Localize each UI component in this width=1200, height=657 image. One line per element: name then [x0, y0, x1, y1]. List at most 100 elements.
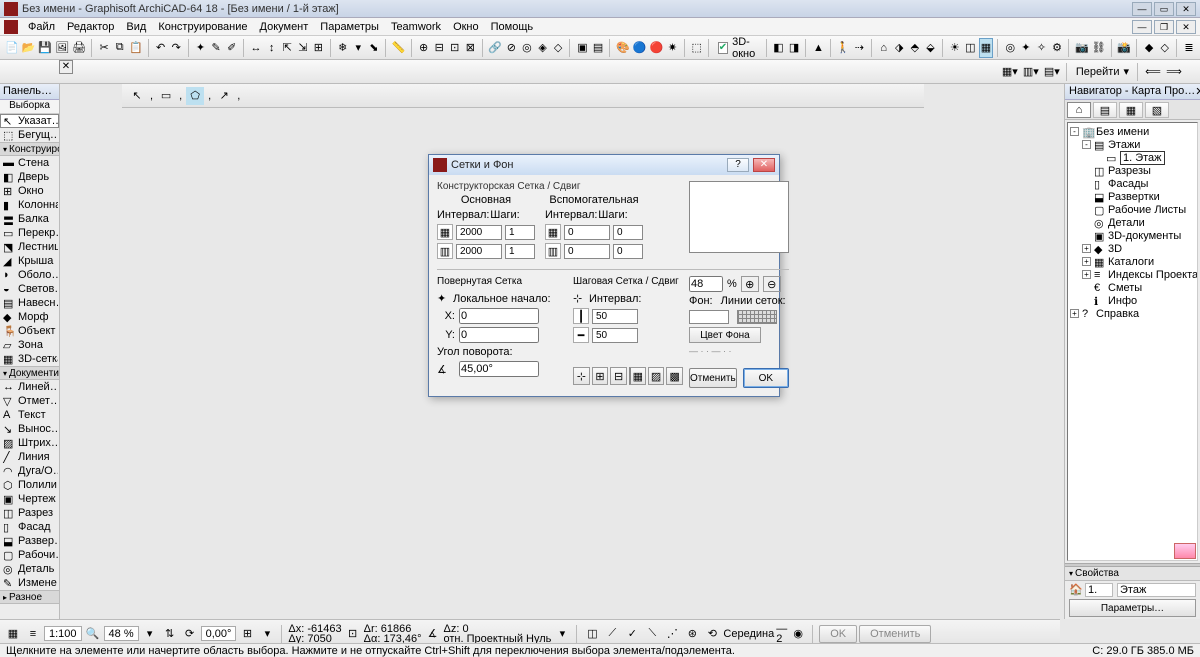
bb-grid-icon[interactable]: ▦	[4, 625, 22, 643]
tool-window[interactable]: ⊞Окно	[0, 184, 59, 198]
tree-3D[interactable]: +◆3D	[1070, 242, 1195, 255]
ren3-icon[interactable]: ✧	[1034, 38, 1049, 58]
zoom-in-icon[interactable]: ⊕	[741, 276, 759, 292]
main-interval-v-input[interactable]	[456, 244, 502, 259]
nav1-icon[interactable]: ⌂	[876, 38, 891, 58]
grp3-icon[interactable]: ⊡	[447, 38, 462, 58]
tool-column[interactable]: ▮Колонна	[0, 198, 59, 212]
bb-snap-icon[interactable]: ⊞	[238, 625, 256, 643]
undo-icon[interactable]: ↶	[153, 38, 168, 58]
cube2-icon[interactable]: ◨	[787, 38, 802, 58]
zoom-pct-input[interactable]	[689, 276, 723, 292]
render4-icon[interactable]: ✷	[665, 38, 680, 58]
nav-tab-layout-icon[interactable]: ▦	[1119, 102, 1143, 118]
guide5-icon[interactable]: ⊞	[311, 38, 326, 58]
goto-label[interactable]: Перейти ▾	[1072, 65, 1133, 78]
bb-flip-icon[interactable]: ⇅	[161, 625, 179, 643]
mdi-restore-button[interactable]: ❐	[1154, 20, 1174, 34]
floor-icon[interactable]: ⬚	[689, 38, 704, 58]
parameters-button[interactable]: Параметры…	[1069, 599, 1196, 617]
toolbox-group-Разное[interactable]: Разное	[0, 590, 59, 604]
sel1-icon[interactable]: ❄	[335, 38, 350, 58]
menu-вид[interactable]: Вид	[120, 19, 152, 35]
maximize-button[interactable]: ▭	[1154, 2, 1174, 16]
tool-zone[interactable]: ▱Зона	[0, 338, 59, 352]
expand-icon[interactable]: +	[1082, 270, 1091, 279]
aux-step-h-input[interactable]	[613, 225, 643, 240]
menu-документ[interactable]: Документ	[254, 19, 315, 35]
dialog-help-button[interactable]: ?	[727, 158, 749, 172]
ib-cursor-icon[interactable]: ↗	[215, 87, 233, 105]
tool-dim[interactable]: ↔Линей…	[0, 380, 59, 394]
ib-poly-icon[interactable]: ⬠	[186, 87, 204, 105]
tree-3D-документы[interactable]: ▣3D-документы	[1070, 229, 1195, 242]
minimize-button[interactable]: —	[1132, 2, 1152, 16]
bim2-icon[interactable]: ◇	[1157, 38, 1172, 58]
sun-icon[interactable]: ☀	[947, 38, 962, 58]
render2-icon[interactable]: 🔵	[632, 38, 648, 58]
nav-tab-pub-icon[interactable]: ▧	[1145, 102, 1169, 118]
grid-on-icon[interactable]: ⊞	[592, 367, 609, 385]
plot-icon[interactable]: 🖼	[54, 38, 70, 58]
bb-s2-icon[interactable]: ⟋	[603, 625, 621, 643]
bb-s7-icon[interactable]: ⟲	[703, 625, 721, 643]
ib-arrow-icon[interactable]: ↖	[128, 87, 146, 105]
link4-icon[interactable]: ◈	[535, 38, 550, 58]
menu-параметры[interactable]: Параметры	[314, 19, 385, 35]
tool-line[interactable]: ╱Линия	[0, 450, 59, 464]
grid-off-icon[interactable]: ⊹	[573, 367, 590, 385]
grid-rot-icon[interactable]: ⊟	[610, 367, 627, 385]
tool-elev[interactable]: ▯Фасад	[0, 520, 59, 534]
tool-door[interactable]: ◧Дверь	[0, 170, 59, 184]
print-icon[interactable]: 🖨	[71, 38, 87, 58]
save-icon[interactable]: 💾	[37, 38, 53, 58]
bb-s1-icon[interactable]: ◫	[583, 625, 601, 643]
toolbox-group-Конструирс[interactable]: Конструирс	[0, 142, 59, 156]
render1-icon[interactable]: 🎨	[615, 38, 631, 58]
gridline-color-swatch[interactable]	[737, 310, 777, 324]
photo-icon[interactable]: 📸	[1116, 38, 1132, 58]
tree-Инфо[interactable]: ℹИнфо	[1070, 294, 1195, 307]
sel2-icon[interactable]: ▾	[351, 38, 366, 58]
link2-icon[interactable]: ⊘	[504, 38, 519, 58]
grp2-icon[interactable]: ⊟	[432, 38, 447, 58]
bb-s4-icon[interactable]: ⟍	[643, 625, 661, 643]
tree-Детали[interactable]: ◎Детали	[1070, 216, 1195, 229]
cut-plane-icon[interactable]: ◫	[963, 38, 978, 58]
dialog-close-button[interactable]: ✕	[753, 158, 775, 172]
link3-icon[interactable]: ◎	[520, 38, 535, 58]
link5-icon[interactable]: ◇	[551, 38, 566, 58]
3d-window-toggle[interactable]: ✔ 3D-окно	[714, 36, 762, 60]
rot-y-input[interactable]	[459, 327, 539, 343]
tool-label[interactable]: ↘Вынос…	[0, 422, 59, 436]
close-button[interactable]: ✕	[1176, 2, 1196, 16]
tool-arrow[interactable]: ↖Указат…	[0, 114, 59, 128]
grp1-icon[interactable]: ⊕	[416, 38, 431, 58]
tool-stair[interactable]: ⬔Лестница	[0, 240, 59, 254]
trace2-icon[interactable]: ▤	[591, 38, 606, 58]
grid-3d2-icon[interactable]: ▨	[648, 367, 665, 385]
tree-1. Этаж[interactable]: ▭1. Этаж	[1070, 151, 1195, 164]
link1-icon[interactable]: 🔗	[487, 38, 503, 58]
cut-icon[interactable]: ✂	[97, 38, 112, 58]
navigator-tree[interactable]: -🏢Без имени-▤Этажи▭1. Этаж◫Разрезы▯Фасад…	[1067, 122, 1198, 561]
bb-xy-icon[interactable]: ⊡	[344, 625, 362, 643]
aux-step-v-input[interactable]	[613, 244, 643, 259]
tool-curtain[interactable]: ▤Навесн…	[0, 296, 59, 310]
properties-header[interactable]: Свойства	[1065, 567, 1200, 581]
bb-z-icon[interactable]: ▾	[553, 625, 571, 643]
zoom-out-icon[interactable]: ⊖	[763, 276, 781, 292]
navigator-new-button[interactable]	[1174, 543, 1196, 559]
expand-icon[interactable]: -	[1082, 140, 1091, 149]
bb-s5-icon[interactable]: ⋰	[663, 625, 681, 643]
menu-помощь[interactable]: Помощь	[485, 19, 540, 35]
tool-detail[interactable]: ◎Деталь	[0, 562, 59, 576]
trace1-icon[interactable]: ▣	[575, 38, 590, 58]
expand-icon[interactable]: -	[1070, 127, 1079, 136]
tool-change[interactable]: ✎Измене…	[0, 576, 59, 590]
nav2-icon[interactable]: ⬗	[892, 38, 907, 58]
dialog-titlebar[interactable]: Сетки и Фон ? ✕	[429, 155, 779, 175]
tool-ie[interactable]: ⬓Развер…	[0, 534, 59, 548]
grp4-icon[interactable]: ⊠	[463, 38, 478, 58]
bb-s8-icon[interactable]: ◉	[789, 625, 807, 643]
